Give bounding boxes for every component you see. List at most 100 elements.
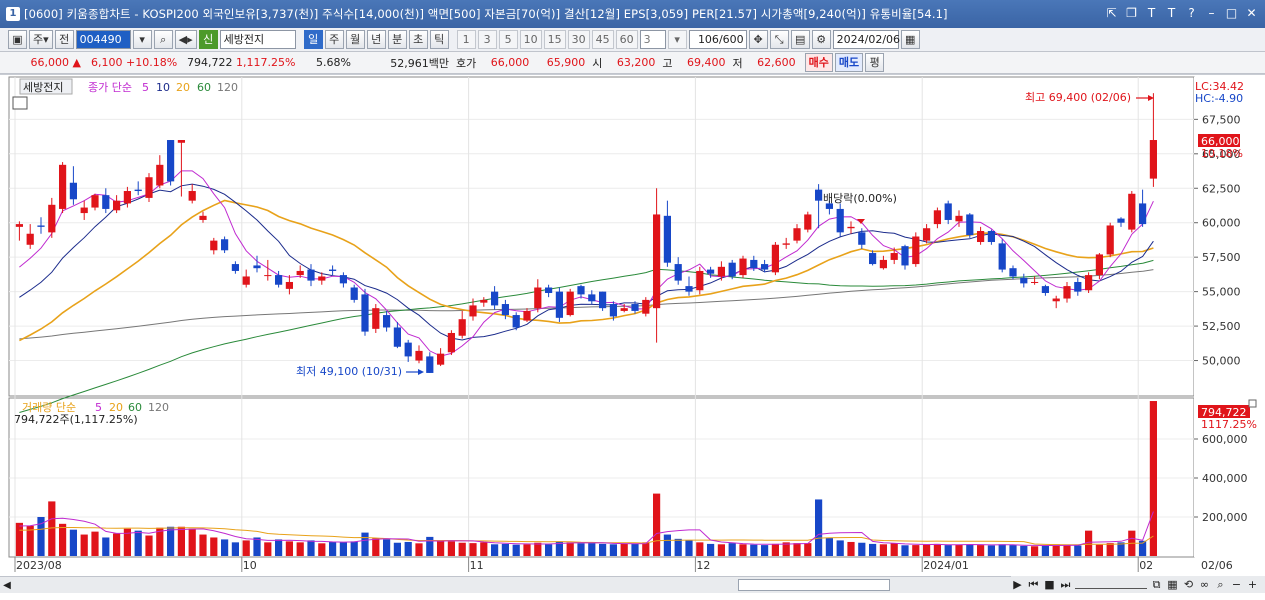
volume-bar [210, 537, 218, 556]
table-icon[interactable]: ▦ [1166, 578, 1179, 591]
market-selector[interactable]: 주▾ [29, 30, 53, 49]
candle-body [1063, 286, 1071, 299]
panel-close-icon[interactable] [1248, 399, 1257, 408]
candle-body [1095, 254, 1103, 276]
minute-option-15[interactable]: 15 [543, 30, 566, 49]
first-icon[interactable]: ⏮ [1027, 578, 1040, 592]
volume-bar [501, 543, 509, 556]
candle-body [620, 308, 628, 311]
count-field[interactable]: 106/600 [688, 30, 747, 49]
tick-button[interactable]: 틱 [429, 30, 449, 49]
chart-copy-icon[interactable]: ⧉ [1150, 578, 1163, 592]
scroll-left-icon[interactable]: ◀ [0, 580, 14, 591]
code-dropdown-icon[interactable]: ▾ [132, 30, 152, 49]
close-icon[interactable]: ✕ [1244, 6, 1259, 21]
second-button[interactable]: 초 [408, 30, 428, 49]
buy-button[interactable]: 매수 [804, 53, 833, 72]
speaker-icon[interactable]: ◀▸ [174, 30, 197, 49]
minute-option-60[interactable]: 60 [615, 30, 638, 49]
minute-option-1[interactable]: 1 [456, 30, 476, 49]
candle-body [793, 228, 801, 241]
minute-option-5[interactable]: 5 [498, 30, 518, 49]
calculator-icon[interactable] [12, 96, 28, 110]
text-icon[interactable]: T [1164, 6, 1179, 21]
period-month-button[interactable]: 월 [345, 30, 365, 49]
volume-bar [134, 530, 142, 556]
layout-icon[interactable]: ▣ [8, 30, 27, 49]
chart-area[interactable]: 67,500 65,000 62,500 60,000 57,500 55,000 52,5… [0, 75, 1265, 600]
interval-dropdown-icon[interactable]: ▾ [667, 30, 687, 49]
candle-body [307, 269, 315, 281]
stock-code-input[interactable]: 004490 [75, 30, 131, 49]
candle-body [458, 319, 466, 336]
chart-canvas[interactable]: 67,50065,00062,50060,00057,50055,00052,5… [0, 75, 1265, 576]
stock-name-field[interactable]: 세방전지 [219, 30, 296, 49]
period-week-button[interactable]: 주 [324, 30, 344, 49]
pin-icon[interactable]: ⇱ [1104, 6, 1119, 21]
sell-button[interactable]: 매도 [834, 53, 864, 72]
hoga-label: 호가 [456, 56, 477, 70]
crosshair-icon[interactable]: ✥ [748, 30, 768, 49]
zoom-out-icon[interactable]: − [1230, 578, 1243, 591]
minute-option-30[interactable]: 30 [567, 30, 590, 49]
volume-bar [771, 543, 779, 556]
settings-gear-icon[interactable]: ⚙ [811, 30, 831, 49]
last-icon[interactable]: ⏭ [1059, 578, 1072, 592]
volume-bar [923, 544, 931, 556]
font-size-icon[interactable]: T [1144, 6, 1159, 21]
draw-tool-icon[interactable]: ⤡ [769, 30, 789, 49]
help-icon[interactable]: ? [1184, 6, 1199, 21]
candle-body [836, 208, 844, 233]
min-price-label: 최저 49,100 (10/31) [296, 365, 402, 378]
save-icon[interactable]: ▤ [790, 30, 810, 49]
eval-button[interactable]: 평 [865, 53, 885, 72]
x-tick-label: 02 [1139, 559, 1153, 572]
scroll-thumb[interactable] [738, 579, 890, 591]
minute-button[interactable]: 분 [387, 30, 407, 49]
period-year-button[interactable]: 년 [366, 30, 386, 49]
candle-body [1117, 218, 1125, 223]
candle-body [123, 191, 131, 204]
scroll-right-icon[interactable]: ▶ [1011, 578, 1024, 591]
price-tick-label: 67,500 [1202, 113, 1241, 126]
interval-input[interactable]: 3 [639, 30, 666, 49]
x-axis-right-label: 02/06 [1201, 559, 1233, 572]
candle-body [966, 214, 974, 236]
candle-body [264, 275, 272, 277]
zoom-icon[interactable]: ⌕ [1214, 578, 1227, 592]
date-input[interactable]: 2024/02/06 [832, 30, 900, 49]
link-icon[interactable]: ∞ [1198, 578, 1211, 591]
volume-bar [836, 540, 844, 556]
zoom-in-icon[interactable]: + [1246, 578, 1259, 591]
minimize-icon[interactable]: – [1204, 6, 1219, 21]
candle-body [879, 259, 887, 269]
stop-icon[interactable]: ■ [1043, 578, 1056, 591]
volume-bar [253, 537, 261, 556]
candle-body [663, 215, 671, 263]
maximize-icon[interactable]: □ [1224, 6, 1239, 21]
price-tick-label: 57,500 [1202, 251, 1241, 264]
period-day-button[interactable]: 일 [303, 30, 323, 49]
jeon-button[interactable]: 전 [54, 30, 74, 49]
zoom-slider[interactable] [1075, 581, 1147, 589]
search-icon[interactable]: ⌕ [153, 30, 173, 49]
volume-bar [80, 534, 88, 556]
volume-bar [1095, 544, 1103, 556]
minute-option-45[interactable]: 45 [591, 30, 614, 49]
volume-bar [998, 544, 1006, 556]
volume-bar [69, 529, 77, 556]
volume-bar [264, 542, 272, 556]
volume-bar [987, 545, 995, 556]
calendar-icon[interactable]: ▦ [900, 30, 920, 49]
minute-option-3[interactable]: 3 [477, 30, 497, 49]
restore-layout-icon[interactable]: ❐ [1124, 6, 1139, 21]
sync-icon[interactable]: ⟲ [1182, 578, 1195, 591]
volume-bar [469, 543, 477, 556]
candle-body [977, 230, 985, 243]
x-axis: 2023/08 10 11 12 2024/01 02 02/06 [9, 556, 1233, 572]
minute-option-10[interactable]: 10 [519, 30, 542, 49]
legend-ma5: 5 [142, 81, 149, 94]
high-label: 고 [662, 56, 673, 70]
candle-body [1139, 203, 1147, 225]
candle-body [329, 269, 337, 271]
